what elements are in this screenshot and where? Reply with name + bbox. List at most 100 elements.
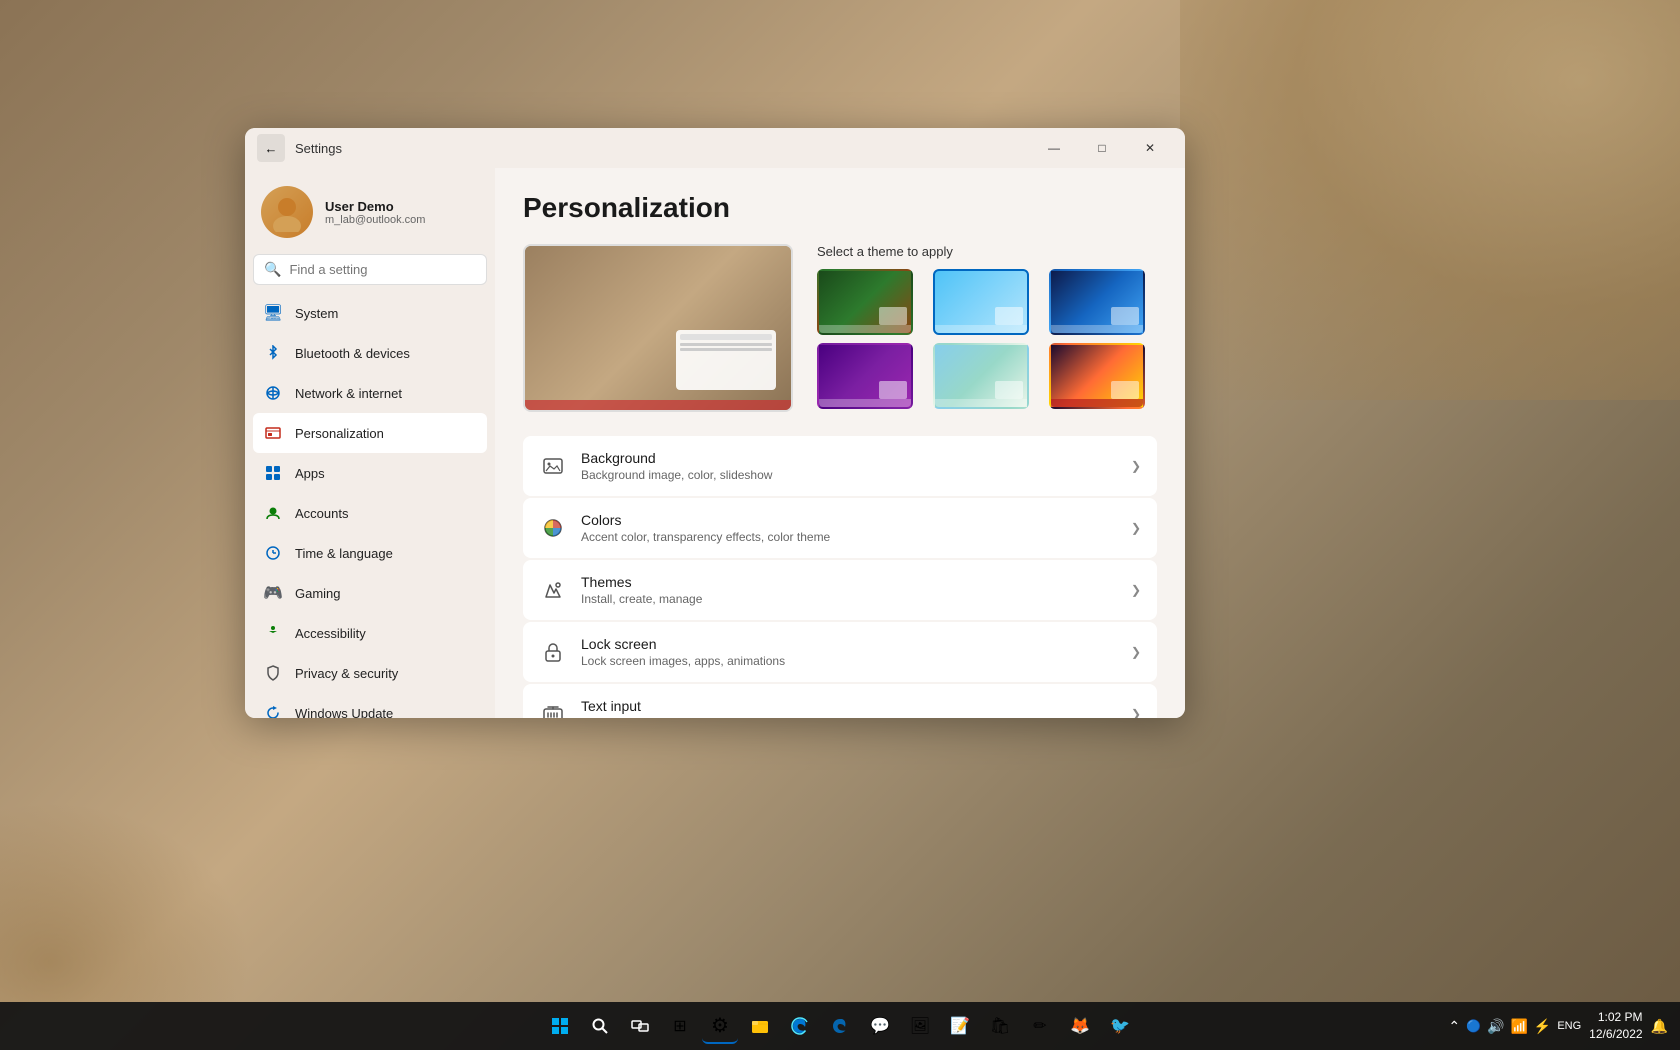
theme-mini-window-6: [1111, 381, 1139, 399]
background-icon: [539, 452, 567, 480]
sidebar-item-accounts[interactable]: Accounts: [253, 493, 487, 533]
back-button[interactable]: ←: [257, 134, 285, 162]
sidebar-item-system[interactable]: 🖥 System: [253, 293, 487, 333]
theme-section: Select a theme to apply: [523, 244, 1157, 412]
theme-mini-bar-2: [935, 325, 1027, 333]
taskbar-store[interactable]: 🛍: [982, 1008, 1018, 1044]
taskbar-settings-active[interactable]: ⚙: [702, 1008, 738, 1044]
taskbar-battery[interactable]: ⚡: [1534, 1018, 1551, 1035]
user-info: User Demo m_lab@outlook.com: [325, 199, 479, 226]
sidebar-item-privacy[interactable]: Privacy & security: [253, 653, 487, 693]
colors-chevron: ❯: [1131, 521, 1141, 535]
theme-flower[interactable]: [1049, 343, 1145, 409]
theme-mini-bar-3: [1051, 325, 1143, 333]
taskbar-date-value: 12/6/2022: [1589, 1026, 1642, 1043]
sidebar-item-bluetooth[interactable]: Bluetooth & devices: [253, 333, 487, 373]
search-input[interactable]: [289, 262, 476, 277]
theme-red-bar-6: [1051, 399, 1143, 407]
taskbar-explorer[interactable]: [742, 1008, 778, 1044]
taskbar-show-hidden[interactable]: ⌃: [1448, 1018, 1460, 1035]
time-icon: [263, 543, 283, 563]
text-input-text: Text input Touch keyboard, voice typing,…: [581, 698, 1117, 718]
colors-icon: [539, 514, 567, 542]
preview-window: [676, 330, 776, 390]
minimize-button[interactable]: —: [1031, 132, 1077, 164]
theme-win11-dark[interactable]: [1049, 269, 1145, 335]
taskbar-chat[interactable]: 💬: [862, 1008, 898, 1044]
gaming-icon: 🎮: [263, 583, 283, 603]
preview-taskbar-mini: [525, 400, 791, 410]
taskbar-twitter[interactable]: 🐦: [1102, 1008, 1138, 1044]
theme-landscape[interactable]: [933, 343, 1029, 409]
preview-window-line2: [680, 348, 772, 351]
theme-purple[interactable]: [817, 343, 913, 409]
text-input-title: Text input: [581, 698, 1117, 714]
maximize-button[interactable]: □: [1079, 132, 1125, 164]
theme-mini-window-2: [995, 307, 1023, 325]
taskbar-notes[interactable]: 📝: [942, 1008, 978, 1044]
desktop: ← Settings — □ ✕: [0, 0, 1680, 1050]
sidebar-item-personalization[interactable]: Personalization: [253, 413, 487, 453]
update-icon: [263, 703, 283, 718]
theme-mini-bar-4: [819, 399, 911, 407]
taskbar-search[interactable]: [582, 1008, 618, 1044]
sidebar-item-gaming[interactable]: 🎮 Gaming: [253, 573, 487, 613]
taskbar-start[interactable]: [542, 1008, 578, 1044]
taskbar-photos[interactable]: 🖼: [902, 1008, 938, 1044]
taskbar-time[interactable]: 1:02 PM 12/6/2022: [1589, 1009, 1642, 1043]
sidebar-item-time-label: Time & language: [295, 546, 393, 561]
search-box[interactable]: 🔍: [253, 254, 487, 285]
sidebar-item-update[interactable]: Windows Update: [253, 693, 487, 718]
taskbar-volume[interactable]: 🔊: [1487, 1018, 1504, 1035]
network-icon: [263, 383, 283, 403]
sidebar-item-update-label: Windows Update: [295, 706, 393, 719]
preview-desktop: [525, 246, 791, 410]
taskbar-widgets[interactable]: ⊞: [662, 1008, 698, 1044]
taskbar-bluetooth-sys[interactable]: 🔵: [1466, 1019, 1481, 1033]
themes-icon: [539, 576, 567, 604]
privacy-icon: [263, 663, 283, 683]
sidebar-item-system-label: System: [295, 306, 338, 321]
taskbar-network[interactable]: 📶: [1510, 1018, 1527, 1035]
title-bar: ← Settings — □ ✕: [245, 128, 1185, 168]
taskbar-lang[interactable]: ENG: [1557, 1020, 1581, 1032]
theme-mini-window-3: [1111, 307, 1139, 325]
sidebar-item-network[interactable]: Network & internet: [253, 373, 487, 413]
theme-mini-window-4: [879, 381, 907, 399]
avatar: [261, 186, 313, 238]
apps-icon: [263, 463, 283, 483]
theme-mini-bar-1: [819, 325, 911, 333]
title-bar-left: ← Settings: [257, 134, 342, 162]
theme-mini-bar-5: [935, 399, 1027, 407]
settings-item-colors[interactable]: Colors Accent color, transparency effect…: [523, 498, 1157, 558]
background-desc: Background image, color, slideshow: [581, 468, 1117, 482]
sidebar-item-accessibility[interactable]: Accessibility: [253, 613, 487, 653]
settings-item-background[interactable]: Background Background image, color, slid…: [523, 436, 1157, 496]
sidebar-item-apps-label: Apps: [295, 466, 325, 481]
themes-title: Themes: [581, 574, 1117, 590]
settings-window: ← Settings — □ ✕: [245, 128, 1185, 718]
taskbar-edge-2[interactable]: [822, 1008, 858, 1044]
close-button[interactable]: ✕: [1127, 132, 1173, 164]
lock-screen-icon: [539, 638, 567, 666]
user-profile[interactable]: User Demo m_lab@outlook.com: [253, 176, 487, 254]
taskbar-browser[interactable]: 🦊: [1062, 1008, 1098, 1044]
user-email: m_lab@outlook.com: [325, 214, 479, 226]
settings-item-text-input[interactable]: Text input Touch keyboard, voice typing,…: [523, 684, 1157, 718]
lock-screen-title: Lock screen: [581, 636, 1117, 652]
sidebar-item-apps[interactable]: Apps: [253, 453, 487, 493]
text-input-icon: [539, 700, 567, 718]
settings-item-lock-screen[interactable]: Lock screen Lock screen images, apps, an…: [523, 622, 1157, 682]
taskbar-task-view[interactable]: [622, 1008, 658, 1044]
taskbar-pen[interactable]: ✏: [1022, 1008, 1058, 1044]
settings-item-themes[interactable]: Themes Install, create, manage ❯: [523, 560, 1157, 620]
lock-screen-chevron: ❯: [1131, 645, 1141, 659]
taskbar-notification[interactable]: 🔔: [1651, 1018, 1668, 1035]
sidebar-item-time[interactable]: Time & language: [253, 533, 487, 573]
taskbar-edge[interactable]: [782, 1008, 818, 1044]
background-text: Background Background image, color, slid…: [581, 450, 1117, 482]
themes-text: Themes Install, create, manage: [581, 574, 1117, 606]
page-title: Personalization: [523, 192, 1157, 224]
theme-christmas[interactable]: [817, 269, 913, 335]
theme-win11-light[interactable]: [933, 269, 1029, 335]
